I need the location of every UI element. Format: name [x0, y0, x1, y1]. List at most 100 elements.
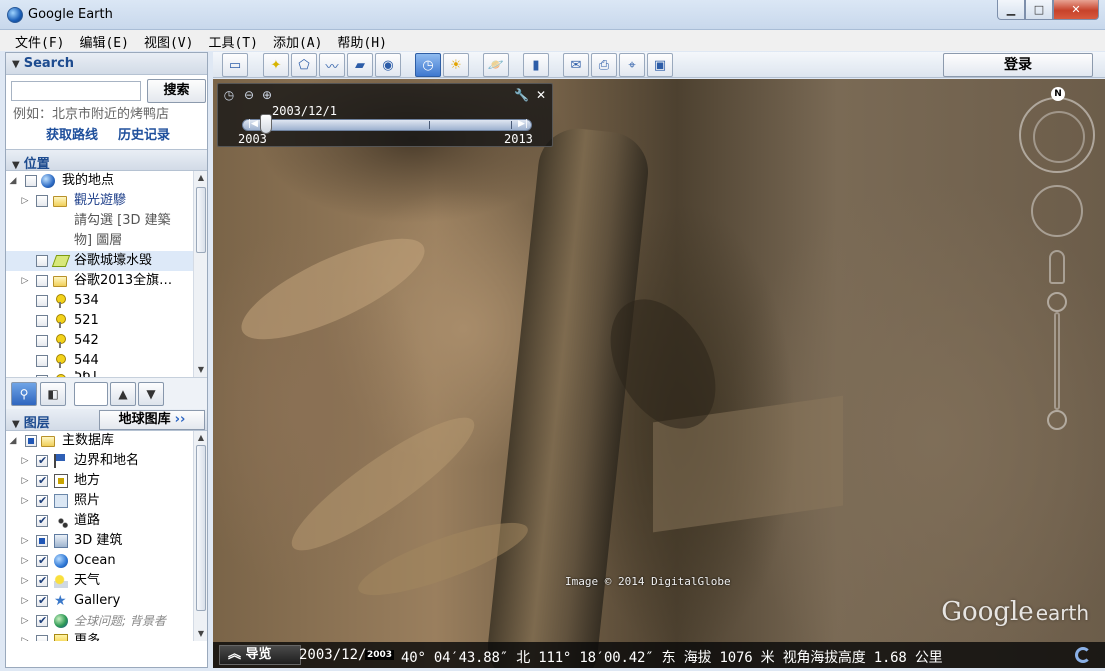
- scroll-up-icon[interactable]: ▲: [194, 431, 207, 445]
- scroll-up-icon[interactable]: ▲: [194, 171, 207, 185]
- tour-guide-button[interactable]: ︽ 导览: [219, 645, 301, 665]
- layer-ocean[interactable]: ▷ Ocean: [6, 551, 207, 571]
- menu-add[interactable]: 添加(A): [267, 30, 331, 51]
- record-tour-button[interactable]: ◉: [375, 53, 401, 77]
- print-button[interactable]: ⎙: [591, 53, 617, 77]
- search-places-button[interactable]: ⚲: [11, 382, 37, 406]
- menu-edit[interactable]: 编辑(E): [73, 30, 137, 51]
- places-scrollbar[interactable]: ▲ ▼: [193, 171, 207, 377]
- layer-3d-buildings[interactable]: ▷ 3D 建筑: [6, 531, 207, 551]
- scroll-thumb[interactable]: [196, 187, 206, 253]
- checkbox[interactable]: [36, 255, 48, 267]
- zoom-in-icon[interactable]: [1047, 292, 1067, 312]
- look-joystick[interactable]: [1031, 185, 1083, 237]
- layer-roads[interactable]: 道路: [6, 511, 207, 531]
- layers-scrollbar[interactable]: ▲ ▼: [193, 431, 207, 641]
- save-image-button[interactable]: ▣: [647, 53, 673, 77]
- zoom-track[interactable]: [1054, 312, 1060, 410]
- historical-imagery-button[interactable]: ◷: [415, 53, 441, 77]
- checkbox[interactable]: [36, 275, 48, 287]
- layer-gallery[interactable]: ▷ ★ Gallery: [6, 591, 207, 611]
- toggle-panel-button[interactable]: ◧: [40, 382, 66, 406]
- add-placemark-button[interactable]: ✦: [263, 53, 289, 77]
- checkbox[interactable]: [36, 551, 48, 571]
- collapse-arrow-icon[interactable]: ◢: [8, 431, 18, 451]
- hide-sidebar-button[interactable]: ▭: [222, 53, 248, 77]
- map-view[interactable]: ◷ ⊖ ⊕ 🔧 ✕ 2003/12/1 |◀ ▶| 2003 2013 N Im…: [213, 79, 1105, 668]
- step-back-icon[interactable]: |◀: [248, 119, 258, 129]
- expand-arrow-icon[interactable]: ▷: [20, 591, 30, 611]
- close-icon[interactable]: ✕: [534, 88, 548, 102]
- checkbox[interactable]: [36, 491, 48, 511]
- tree-item-my-places[interactable]: ◢ 我的地点: [6, 171, 207, 191]
- move-up-button[interactable]: ▲: [110, 382, 136, 406]
- layer-borders[interactable]: ▷ 边界和地名: [6, 451, 207, 471]
- places-panel-header[interactable]: ▼ 位置: [6, 149, 207, 172]
- checkbox[interactable]: [25, 175, 37, 187]
- get-directions-link[interactable]: 获取路线: [46, 125, 98, 149]
- tree-item-placemark[interactable]: 542: [6, 331, 207, 351]
- add-path-button[interactable]: 〰: [319, 53, 345, 77]
- checkbox[interactable]: [36, 535, 48, 547]
- login-button[interactable]: 登录: [943, 53, 1093, 77]
- search-panel-header[interactable]: ▼ Search: [6, 53, 207, 75]
- zoom-out-icon[interactable]: ⊖: [242, 88, 256, 102]
- menu-file[interactable]: 文件(F): [9, 30, 73, 51]
- tree-item-placemark[interactable]: 544: [6, 351, 207, 371]
- step-forward-icon[interactable]: ▶|: [518, 119, 528, 129]
- scroll-down-icon[interactable]: ▼: [194, 363, 207, 377]
- tree-item-placemark[interactable]: 534: [6, 291, 207, 311]
- time-slider-track[interactable]: [242, 119, 532, 131]
- checkbox[interactable]: [36, 355, 48, 367]
- history-link[interactable]: 历史记录: [118, 125, 170, 149]
- add-image-overlay-button[interactable]: ▰: [347, 53, 373, 77]
- search-button[interactable]: 搜索: [147, 79, 206, 103]
- places-filter-field[interactable]: [74, 382, 108, 406]
- checkbox[interactable]: [36, 451, 48, 471]
- layer-more[interactable]: ▷ 更多: [6, 631, 207, 641]
- sunlight-button[interactable]: ☀: [443, 53, 469, 77]
- layer-photos[interactable]: ▷ 照片: [6, 491, 207, 511]
- ruler-button[interactable]: ▮: [523, 53, 549, 77]
- expand-arrow-icon[interactable]: ▷: [20, 531, 30, 551]
- checkbox[interactable]: [36, 335, 48, 347]
- layer-places[interactable]: ▷ 地方: [6, 471, 207, 491]
- scroll-down-icon[interactable]: ▼: [194, 627, 207, 641]
- earth-gallery-button[interactable]: 地球图库 ››: [99, 410, 205, 430]
- compass-ring[interactable]: [1019, 97, 1095, 173]
- zoom-in-icon[interactable]: ⊕: [260, 88, 274, 102]
- menu-tools[interactable]: 工具(T): [202, 30, 266, 51]
- zoom-out-icon[interactable]: [1047, 410, 1067, 430]
- expand-arrow-icon[interactable]: ▷: [20, 631, 30, 641]
- time-slider-knob[interactable]: [260, 114, 272, 134]
- checkbox[interactable]: [36, 471, 48, 491]
- layer-primary-database[interactable]: ◢ 主数据库: [6, 431, 207, 451]
- maximize-button[interactable]: □: [1025, 0, 1053, 20]
- tree-item-folder-2013[interactable]: ▷ 谷歌2013全旗…: [6, 271, 207, 291]
- close-button[interactable]: ✕: [1053, 0, 1099, 20]
- tree-item-folder-tour[interactable]: ▷ 觀光遊驂: [6, 191, 207, 211]
- view-in-maps-button[interactable]: ⌖: [619, 53, 645, 77]
- tree-item-polygon[interactable]: 谷歌城壕水毁: [6, 251, 207, 271]
- email-button[interactable]: ✉: [563, 53, 589, 77]
- expand-arrow-icon[interactable]: ▷: [20, 271, 30, 291]
- layer-weather[interactable]: ▷ 天气: [6, 571, 207, 591]
- expand-arrow-icon[interactable]: ▷: [20, 491, 30, 511]
- layers-panel-header[interactable]: ▼ 图层 地球图库 ››: [6, 409, 207, 431]
- move-down-button[interactable]: ▼: [138, 382, 164, 406]
- checkbox[interactable]: [36, 635, 48, 641]
- switch-planet-button[interactable]: 🪐: [483, 53, 509, 77]
- tree-item-placemark[interactable]: 521: [6, 311, 207, 331]
- checkbox[interactable]: [36, 611, 48, 631]
- expand-arrow-icon[interactable]: ▷: [20, 471, 30, 491]
- checkbox[interactable]: [36, 571, 48, 591]
- expand-arrow-icon[interactable]: ▷: [20, 551, 30, 571]
- collapse-arrow-icon[interactable]: ◢: [8, 171, 18, 191]
- wrench-icon[interactable]: 🔧: [514, 88, 529, 102]
- compass-north-icon[interactable]: N: [1051, 87, 1065, 101]
- checkbox[interactable]: [36, 511, 48, 531]
- layer-global-awareness[interactable]: ▷ 全球问题; 背景者: [6, 611, 207, 631]
- menu-view[interactable]: 视图(V): [138, 30, 202, 51]
- street-view-pegman-icon[interactable]: [1049, 250, 1065, 284]
- add-polygon-button[interactable]: ⬠: [291, 53, 317, 77]
